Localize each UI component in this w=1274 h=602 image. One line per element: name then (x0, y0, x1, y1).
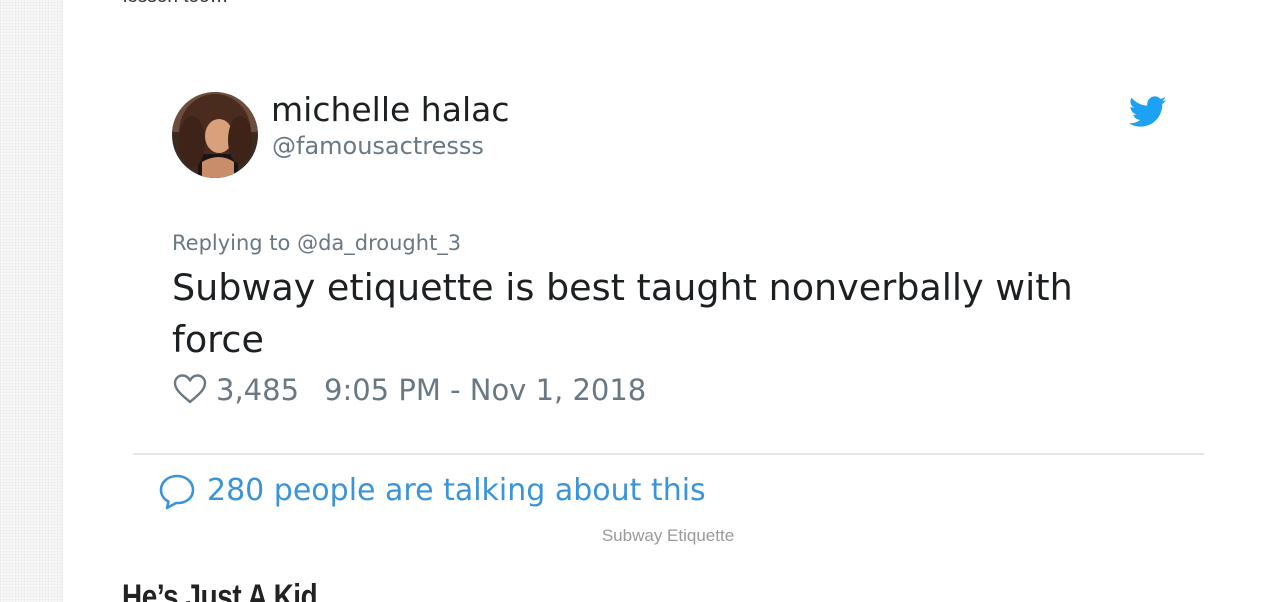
left-gutter (0, 0, 63, 602)
tweet-text: Subway etiquette is best taught nonverba… (172, 266, 1073, 361)
article-clipped-text: lesson too… (123, 0, 229, 8)
speech-bubble-icon[interactable] (158, 472, 196, 510)
like-count[interactable]: 3,485 (216, 373, 299, 407)
tweet-timestamp[interactable]: 9:05 PM - Nov 1, 2018 (324, 373, 646, 407)
avatar[interactable] (172, 92, 258, 178)
author-name[interactable]: michelle halac (271, 90, 509, 129)
reply-context[interactable]: Replying to @da_drought_3 (172, 231, 461, 255)
image-caption: Subway Etiquette (601, 526, 735, 545)
embedded-tweet[interactable]: michelle halac @famousactresss Replying … (133, 62, 1204, 454)
page: lesson too… michelle halac @famousactres… (0, 0, 1274, 602)
tweet-divider (133, 453, 1204, 455)
avatar-image (172, 92, 258, 178)
section-heading: He’s Just A Kid (122, 578, 318, 602)
author-handle[interactable]: @famousactresss (272, 132, 484, 160)
heart-icon[interactable] (172, 373, 208, 405)
twitter-bird-icon[interactable] (1128, 95, 1167, 129)
conversation-count[interactable]: 280 people are talking about this (207, 473, 706, 508)
